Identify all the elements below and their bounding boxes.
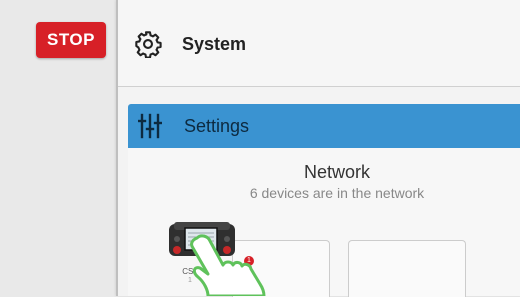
- gear-icon: [135, 31, 162, 58]
- system-header: System: [118, 0, 520, 87]
- network-title: Network: [303, 162, 370, 182]
- settings-label: Settings: [184, 116, 250, 136]
- network-subtitle: 6 devices are in the network: [249, 185, 425, 201]
- system-title: System: [182, 34, 247, 54]
- sliders-icon: [138, 113, 162, 139]
- device-card[interactable]: [348, 240, 466, 297]
- settings-bar[interactable]: Settings: [128, 104, 520, 148]
- system-panel: System Settings Network 6 devices are in…: [116, 0, 520, 297]
- pointing-hand-icon: [190, 234, 266, 296]
- stop-button[interactable]: STOP: [36, 22, 106, 58]
